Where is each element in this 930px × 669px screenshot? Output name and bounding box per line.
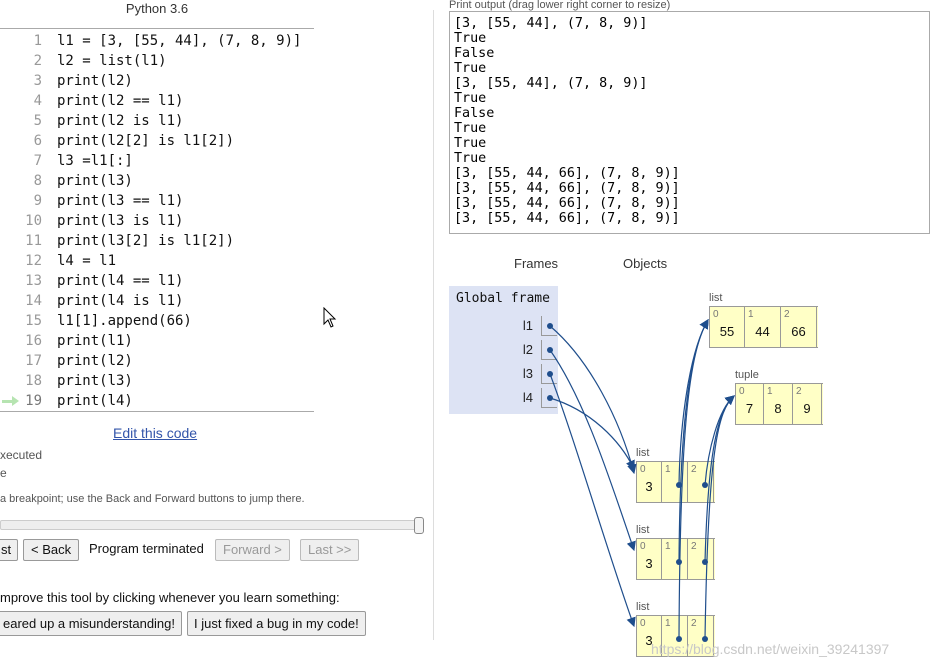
pointer-dot — [547, 371, 553, 377]
pointer-dot — [547, 347, 553, 353]
pointer-arrow — [549, 373, 636, 628]
pointer-arrow — [549, 325, 637, 475]
pointer-arrow — [704, 395, 735, 563]
reference-arrows — [547, 318, 735, 642]
pointer-dot — [676, 559, 682, 565]
pointer-arrow — [678, 318, 709, 640]
pointer-arrow — [549, 349, 636, 552]
watermark: https://blog.csdn.net/weixin_39241397 — [651, 641, 890, 657]
pointer-dot — [547, 323, 553, 329]
pointer-dot — [547, 395, 553, 401]
pointer-dot — [702, 482, 708, 488]
pointer-arrow — [704, 395, 735, 486]
pointer-arrow — [704, 395, 735, 640]
